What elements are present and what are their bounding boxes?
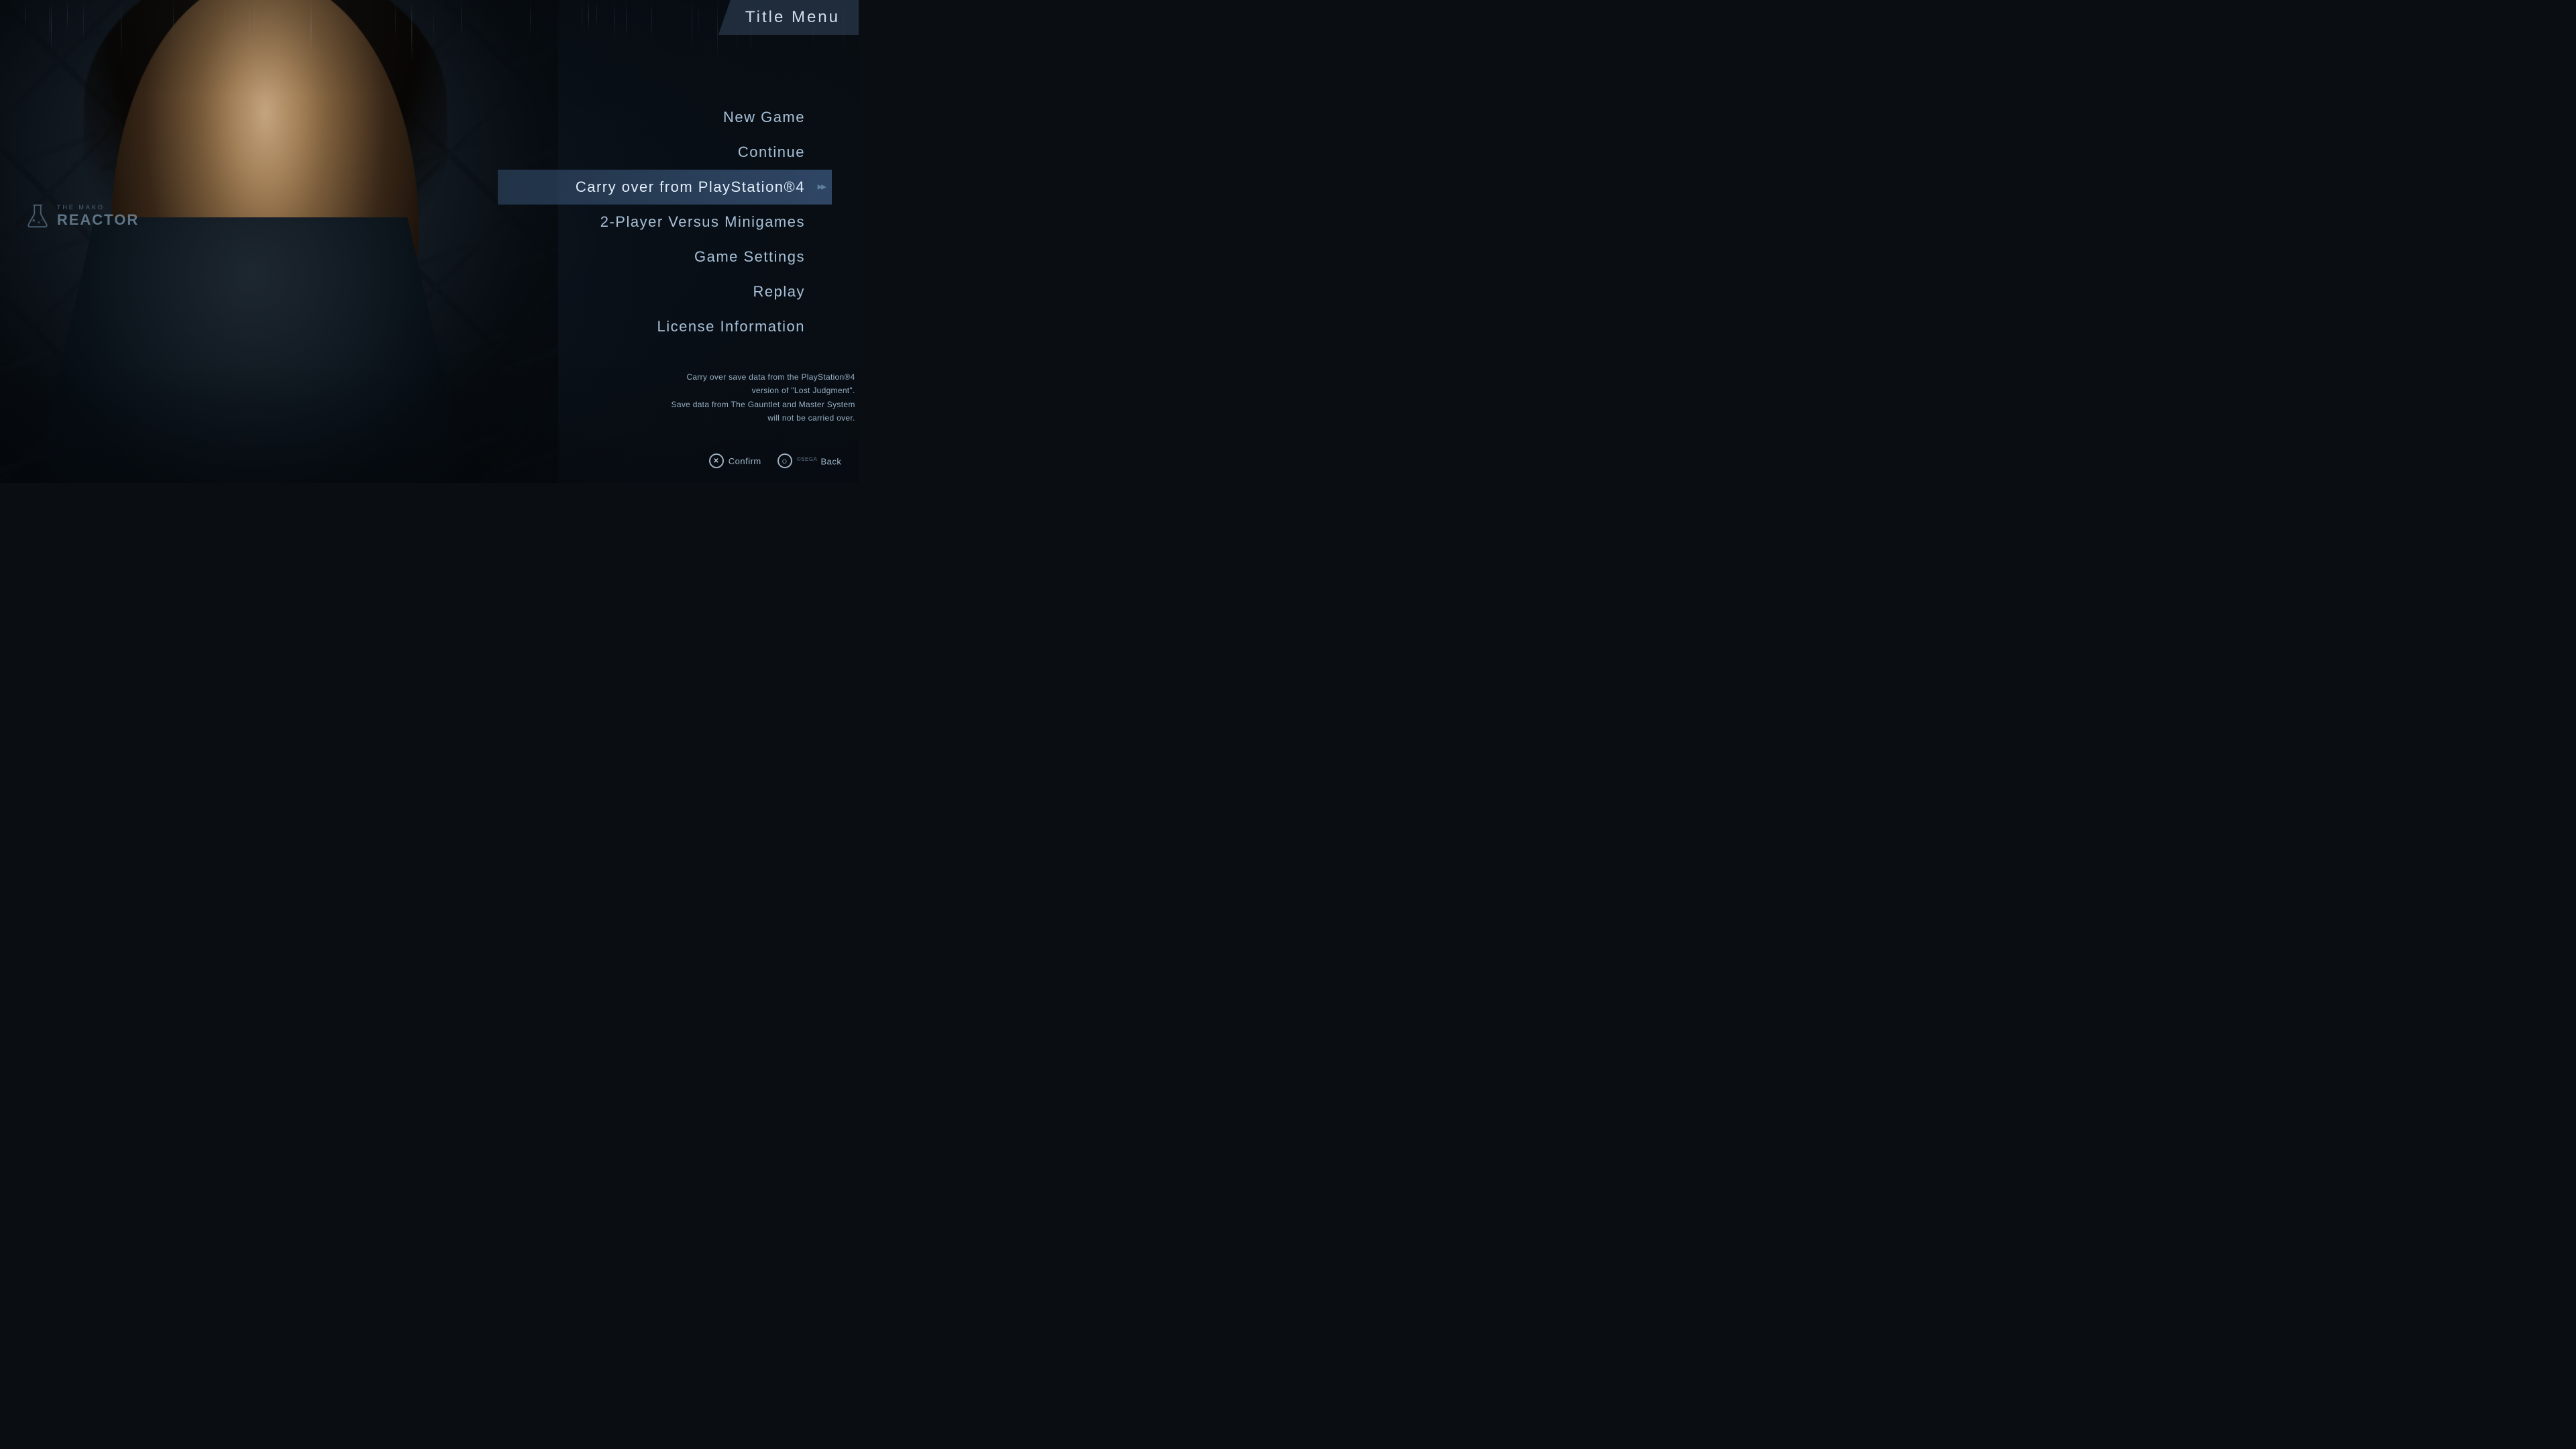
menu-item-continue[interactable]: Continue [498,135,832,170]
menu-item-2player[interactable]: 2-Player Versus Minigames [498,205,832,239]
title-menu-header: Title Menu [718,0,859,35]
menu-item-game-settings[interactable]: Game Settings [498,239,832,274]
menu-item-new-game-label: New Game [723,109,805,125]
menu-item-carry-over[interactable]: Carry over from PlayStation®4 [498,170,832,205]
circle-button-icon[interactable] [777,453,792,468]
back-control: ©SEGA Back [777,453,842,468]
logo: THE MAKO REACTOR [25,203,139,229]
menu-item-license-label: License Information [657,318,806,335]
menu-item-license[interactable]: License Information [498,309,832,344]
menu-item-continue-label: Continue [738,144,805,160]
menu-item-replay-label: Replay [753,283,805,300]
title-menu-label: Title Menu [745,8,840,26]
description-text: Carry over save data from the PlayStatio… [667,370,855,425]
menu-item-2player-label: 2-Player Versus Minigames [600,213,805,230]
confirm-control: Confirm [709,453,761,468]
logo-text: THE MAKO REACTOR [57,204,139,229]
character-jacket [28,217,475,483]
menu-item-replay[interactable]: Replay [498,274,832,309]
right-panel: Title Menu New Game Continue Carry over fr… [498,0,859,483]
logo-flask-icon [25,203,50,229]
menu-item-game-settings-label: Game Settings [694,248,805,265]
main-menu: New Game Continue Carry over from PlayStat… [498,100,859,344]
menu-item-carry-over-label: Carry over from PlayStation®4 [576,178,805,195]
description-box: Carry over save data from the PlayStatio… [667,370,855,425]
copyright-mark: ©SEGA [797,456,818,462]
cross-button-icon[interactable] [709,453,724,468]
bottom-controls: Confirm ©SEGA Back [709,453,842,468]
back-label: ©SEGA Back [797,456,842,466]
character-area [0,0,558,483]
confirm-label-text: Confirm [729,456,761,466]
menu-item-new-game[interactable]: New Game [498,100,832,135]
